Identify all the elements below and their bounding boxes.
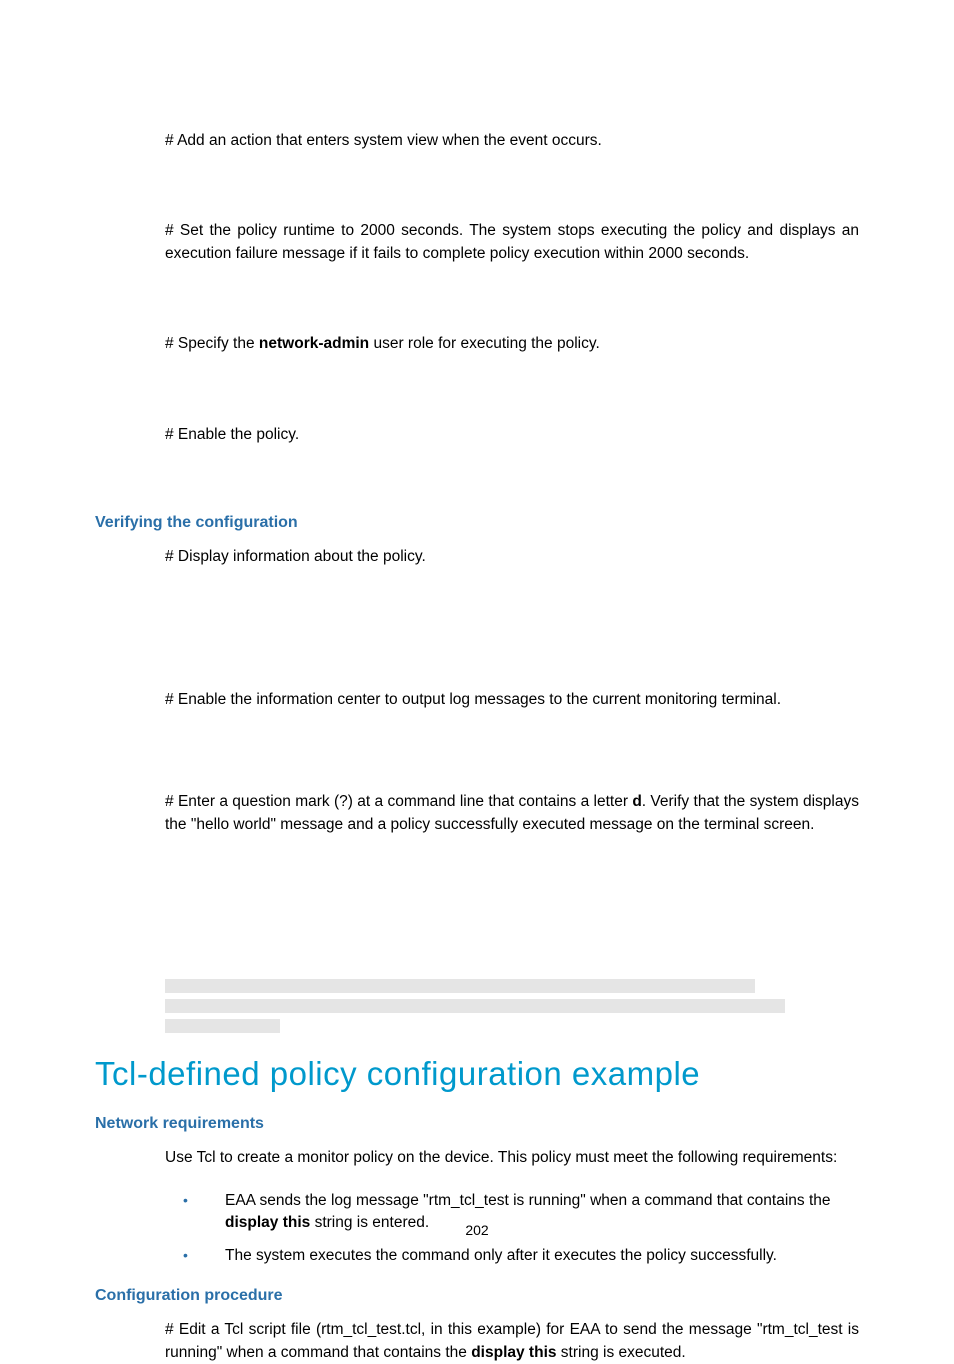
step-set-runtime: # Set the policy runtime to 2000 seconds…	[165, 220, 859, 265]
text: # Specify the	[165, 335, 259, 352]
redacted-line	[165, 1019, 280, 1033]
bold-d: d	[632, 793, 641, 810]
bold-display-this: display this	[471, 1344, 556, 1361]
heading-config-procedure: Configuration procedure	[95, 1287, 859, 1305]
step-verify-question: # Enter a question mark (?) at a command…	[165, 791, 859, 836]
step-enable-info-center: # Enable the information center to outpu…	[165, 689, 859, 711]
step-specify-role: # Specify the network-admin user role fo…	[165, 333, 859, 355]
step-edit-tcl-script: # Edit a Tcl script file (rtm_tcl_test.t…	[165, 1319, 859, 1364]
text: user role for executing the policy.	[369, 335, 600, 352]
text: string is executed.	[557, 1344, 686, 1361]
page-number: 202	[0, 1222, 954, 1238]
step-add-action: # Add an action that enters system view …	[165, 130, 859, 152]
heading-network-requirements: Network requirements	[95, 1115, 859, 1133]
redacted-line	[165, 979, 755, 993]
step-enable-policy: # Enable the policy.	[165, 424, 859, 446]
bold-network-admin: network-admin	[259, 335, 369, 352]
heading-verifying-config: Verifying the configuration	[95, 514, 859, 532]
list-item: The system executes the command only aft…	[165, 1245, 859, 1267]
text: EAA sends the log message "rtm_tcl_test …	[225, 1192, 831, 1209]
redacted-line	[165, 999, 785, 1013]
redacted-content-block	[165, 979, 859, 1033]
text: # Enter a question mark (?) at a command…	[165, 793, 632, 810]
heading-tcl-defined-policy: Tcl-defined policy configuration example	[95, 1055, 859, 1093]
para-use-tcl: Use Tcl to create a monitor policy on th…	[165, 1147, 859, 1169]
step-display-info: # Display information about the policy.	[165, 546, 859, 568]
